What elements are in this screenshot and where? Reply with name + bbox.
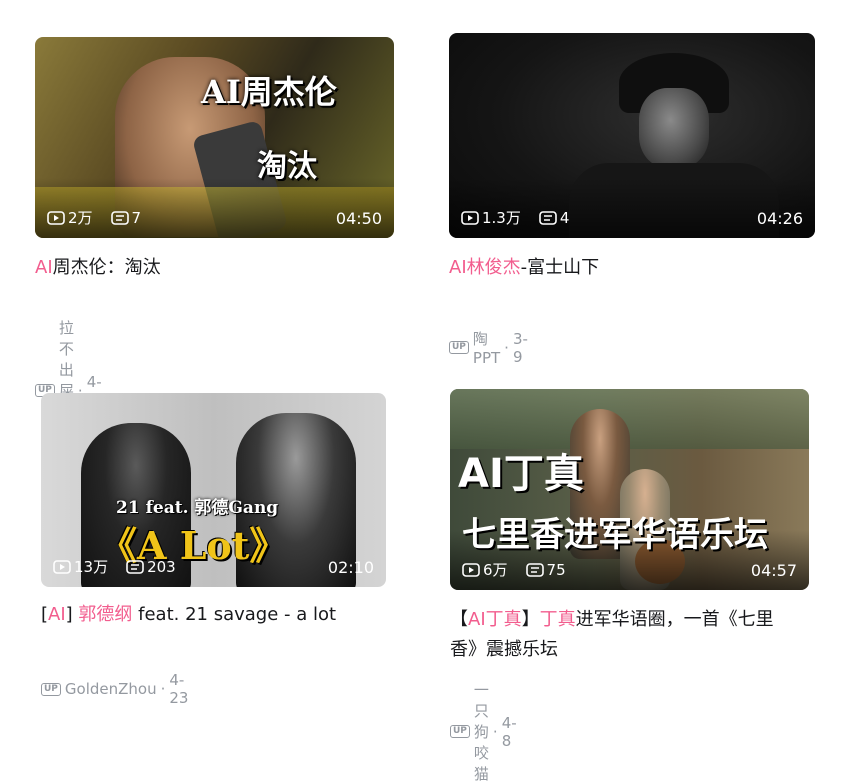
video-title[interactable]: AI林俊杰-富士山下 [449, 253, 815, 283]
video-stats: 13万 203 [53, 556, 190, 577]
title-segment: [ [41, 604, 49, 625]
thumbnail-overlay-subtitle: 淘汰 [257, 149, 317, 184]
up-badge-icon: UP [41, 682, 61, 696]
danmaku-count: 203 [147, 557, 176, 576]
video-stats: 2万 7 [47, 207, 155, 228]
meta-separator: · [504, 338, 509, 357]
play-count-icon [47, 210, 65, 225]
video-thumbnail[interactable]: AI周杰伦 淘汰 2万 7 04:50 [35, 37, 394, 238]
danmaku-icon [126, 559, 144, 574]
title-segment: ] [65, 604, 79, 625]
upload-date: 4-23 [169, 671, 189, 707]
danmaku-count: 4 [559, 208, 570, 227]
play-count: 13万 [74, 558, 109, 576]
upload-date: 3-9 [512, 329, 528, 366]
video-title[interactable]: [AI] 郭德纲 feat. 21 savage - a lot [41, 600, 441, 630]
video-duration: 04:26 [756, 209, 803, 228]
video-stats: 6万 75 [462, 559, 580, 580]
danmaku-count: 7 [131, 208, 142, 227]
title-segment: 郭德纲 [78, 604, 133, 625]
danmaku-count: 75 [546, 560, 566, 579]
play-count: 6万 [483, 561, 508, 579]
video-meta[interactable]: UP GoldenZhou · 4-23 [41, 671, 188, 707]
title-segment: AI丁真 [468, 609, 522, 630]
video-thumbnail[interactable]: AI丁真 七里香进军华语乐坛 6万 75 04:57 [450, 389, 809, 590]
video-duration: 04:50 [335, 209, 382, 228]
thumbnail-overlay-title: AI丁真 [458, 451, 584, 497]
title-segment: 【 [450, 609, 468, 630]
title-segment: AI [48, 604, 66, 625]
video-thumbnail[interactable]: 21 feat. 郭德Gang 《A Lot》 13万 203 02:10 [41, 393, 386, 587]
upload-date: 4-8 [501, 713, 517, 750]
play-count: 2万 [68, 209, 93, 227]
play-count-icon [461, 210, 479, 225]
video-duration: 04:57 [750, 561, 797, 580]
uploader-name[interactable]: GoldenZhou [65, 680, 157, 698]
video-title[interactable]: AI周杰伦：淘汰 [35, 253, 395, 283]
video-thumbnail[interactable]: 1.3万 4 04:26 [449, 33, 815, 238]
play-count-icon [462, 562, 480, 577]
uploader-name[interactable]: 一只狗咬猫 [474, 679, 489, 784]
danmaku-icon [110, 210, 129, 225]
meta-separator: · [492, 722, 498, 741]
thumbnail-overlay-subtitle: 七里香进军华语乐坛 [462, 515, 768, 555]
title-segment: AI [35, 257, 53, 278]
video-title[interactable]: 【AI丁真】丁真进军华语圈，一首《七里香》震撼乐坛 [450, 605, 790, 665]
danmaku-icon [539, 210, 557, 225]
up-badge-icon: UP [449, 341, 469, 354]
title-segment: -富士山下 [520, 257, 600, 278]
title-segment: feat. 21 savage - a lot [132, 604, 337, 625]
video-meta[interactable]: UP 陶PPT · 3-9 [449, 328, 528, 367]
thumbnail-overlay-title: AI周杰伦 [201, 73, 337, 111]
up-badge-icon: UP [450, 725, 470, 738]
danmaku-icon [525, 562, 544, 577]
play-count-icon [53, 559, 71, 574]
video-duration: 02:10 [327, 558, 374, 577]
uploader-name[interactable]: 陶PPT [473, 328, 500, 367]
title-segment: 】 [521, 609, 540, 630]
title-segment: 周杰伦：淘汰 [52, 257, 161, 278]
meta-separator: · [160, 680, 166, 698]
video-stats: 1.3万 4 [461, 207, 583, 228]
video-meta[interactable]: UP 一只狗咬猫 · 4-8 [450, 679, 517, 784]
play-count: 1.3万 [482, 209, 521, 227]
title-segment: 丁真 [539, 609, 576, 630]
title-segment: AI林俊杰 [449, 257, 521, 278]
